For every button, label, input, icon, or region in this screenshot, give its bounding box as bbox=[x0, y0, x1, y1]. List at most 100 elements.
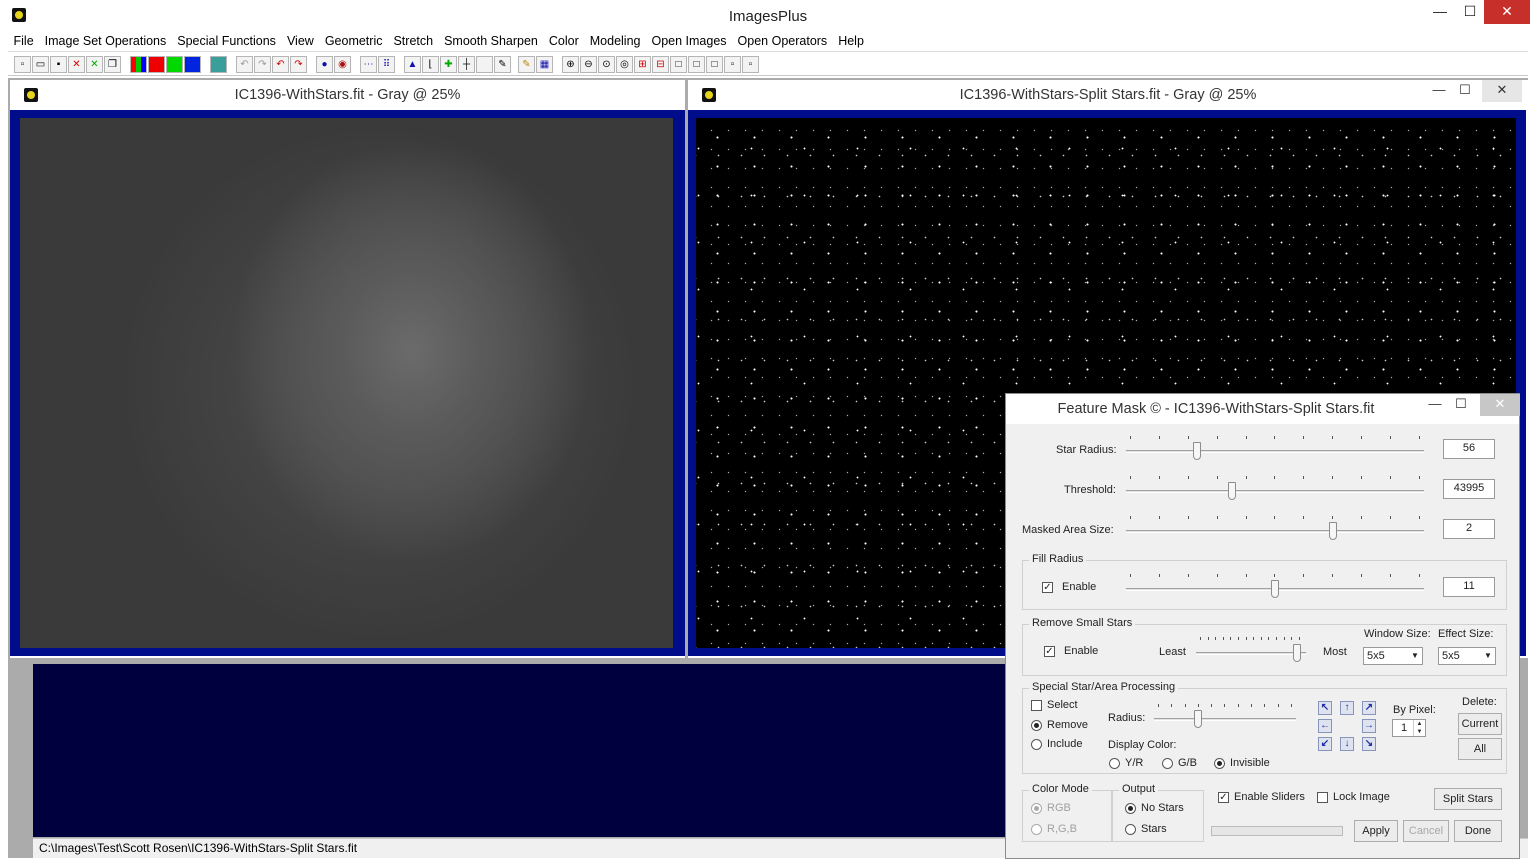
arrow-up-right-icon[interactable]: ↗ bbox=[1362, 701, 1376, 715]
arrow-right-icon[interactable]: → bbox=[1362, 719, 1376, 733]
color-mode-rgb-radio[interactable] bbox=[1031, 803, 1042, 814]
ring-icon[interactable]: ◉ bbox=[334, 56, 351, 73]
menu-help[interactable]: Help bbox=[833, 32, 870, 51]
minus-box-icon[interactable]: ⊟ bbox=[652, 56, 669, 73]
split-stars-button[interactable]: Split Stars bbox=[1434, 788, 1502, 810]
frame1-icon[interactable]: □ bbox=[670, 56, 687, 73]
menu-open-images[interactable]: Open Images bbox=[646, 32, 732, 51]
open-folder-icon[interactable]: ▭ bbox=[32, 56, 49, 73]
frame4-icon[interactable]: ▫ bbox=[724, 56, 741, 73]
masked-area-slider[interactable] bbox=[1126, 530, 1424, 533]
spinner-arrows-icon[interactable]: ▲ ▼ bbox=[1413, 720, 1425, 736]
plus-box-icon[interactable]: ⊞ bbox=[634, 56, 651, 73]
save-icon[interactable]: ▪ bbox=[50, 56, 67, 73]
undo-red-icon[interactable]: ↶ bbox=[272, 56, 289, 73]
fill-radius-enable-checkbox[interactable]: ✓ bbox=[1042, 582, 1053, 593]
frame5-icon[interactable]: ▫ bbox=[742, 56, 759, 73]
rgb-icon[interactable] bbox=[130, 56, 147, 73]
arrow-up-icon[interactable]: ↑ bbox=[1340, 701, 1354, 715]
image-window-with-stars[interactable]: IC1396-WithStars.fit - Gray @ 25% bbox=[10, 80, 685, 658]
scatter-icon[interactable]: ⠿ bbox=[378, 56, 395, 73]
zoom-fit-icon[interactable]: ⊙ bbox=[598, 56, 615, 73]
window-size-select[interactable]: 5x5 ▼ bbox=[1363, 647, 1423, 665]
done-button[interactable]: Done bbox=[1454, 820, 1502, 842]
arrow-down-right-icon[interactable]: ↘ bbox=[1362, 737, 1376, 751]
copy-icon[interactable]: ❐ bbox=[104, 56, 121, 73]
menu-geometric[interactable]: Geometric bbox=[319, 32, 388, 51]
red-channel-icon[interactable] bbox=[148, 56, 165, 73]
color-yr-radio[interactable] bbox=[1109, 758, 1120, 769]
menu-modeling[interactable]: Modeling bbox=[584, 32, 646, 51]
menu-image-set-operations[interactable]: Image Set Operations bbox=[39, 32, 172, 51]
output-no-stars-radio[interactable] bbox=[1125, 803, 1136, 814]
fill-radius-thumb[interactable] bbox=[1271, 580, 1279, 598]
remove-small-slider[interactable] bbox=[1196, 652, 1306, 655]
grid-blue-icon[interactable]: ▦ bbox=[536, 56, 553, 73]
by-pixel-spinner[interactable]: 1 ▲ ▼ bbox=[1392, 719, 1426, 737]
crosshair-green-icon[interactable]: ✚ bbox=[440, 56, 457, 73]
circle-icon[interactable]: ● bbox=[316, 56, 333, 73]
threshold-value[interactable]: 43995 bbox=[1443, 479, 1495, 499]
nebula-image[interactable] bbox=[20, 118, 673, 648]
maximize-button[interactable]: ☐ bbox=[1454, 0, 1486, 24]
close-green-icon[interactable]: ✕ bbox=[86, 56, 103, 73]
dialog-titlebar[interactable]: Feature Mask © - IC1396-WithStars-Split … bbox=[1006, 394, 1520, 424]
dialog-close-button[interactable]: ✕ bbox=[1480, 394, 1520, 416]
color-invisible-radio[interactable] bbox=[1214, 758, 1225, 769]
child-close-button[interactable]: ✕ bbox=[1482, 80, 1522, 102]
minimize-button[interactable]: — bbox=[1424, 0, 1456, 24]
color-gb-radio[interactable] bbox=[1162, 758, 1173, 769]
include-radio[interactable] bbox=[1031, 739, 1042, 750]
zoom-out-icon[interactable]: ⊖ bbox=[580, 56, 597, 73]
close-button[interactable]: ✕ bbox=[1484, 0, 1530, 24]
dots-icon[interactable]: ⋯ bbox=[360, 56, 377, 73]
arrow-down-left-icon[interactable]: ↙ bbox=[1318, 737, 1332, 751]
lock-image-checkbox[interactable] bbox=[1317, 792, 1328, 803]
delete-all-button[interactable]: All bbox=[1458, 738, 1502, 760]
effect-size-select[interactable]: 5x5 ▼ bbox=[1438, 647, 1496, 665]
grid-icon[interactable] bbox=[210, 56, 227, 73]
crosshair-icon[interactable]: ┼ bbox=[458, 56, 475, 73]
menu-color[interactable]: Color bbox=[543, 32, 584, 51]
remove-radio[interactable] bbox=[1031, 720, 1042, 731]
arrow-left-icon[interactable]: ← bbox=[1318, 719, 1332, 733]
image-window-titlebar[interactable]: IC1396-WithStars-Split Stars.fit - Gray … bbox=[688, 80, 1528, 110]
new-file-icon[interactable]: ▫ bbox=[14, 56, 31, 73]
redo-icon[interactable]: ↷ bbox=[254, 56, 271, 73]
zoom-in-icon[interactable]: ⊕ bbox=[562, 56, 579, 73]
remove-small-thumb[interactable] bbox=[1292, 644, 1301, 662]
frame2-icon[interactable]: □ bbox=[688, 56, 705, 73]
blue-channel-icon[interactable] bbox=[184, 56, 201, 73]
star-radius-value[interactable]: 56 bbox=[1443, 439, 1495, 459]
blank-icon[interactable] bbox=[476, 56, 493, 73]
output-stars-radio[interactable] bbox=[1125, 824, 1136, 835]
child-maximize-button[interactable]: ☐ bbox=[1450, 80, 1480, 102]
star-radius-slider[interactable] bbox=[1126, 450, 1424, 453]
special-radius-slider[interactable] bbox=[1154, 718, 1296, 721]
menu-file[interactable]: File bbox=[8, 32, 39, 51]
masked-area-thumb[interactable] bbox=[1329, 522, 1337, 540]
curve-icon[interactable]: ⌊ bbox=[422, 56, 439, 73]
close-red-icon[interactable]: ✕ bbox=[68, 56, 85, 73]
menu-smooth-sharpen[interactable]: Smooth Sharpen bbox=[439, 32, 544, 51]
undo-icon[interactable]: ↶ bbox=[236, 56, 253, 73]
star-radius-thumb[interactable] bbox=[1192, 442, 1201, 460]
menu-open-operators[interactable]: Open Operators bbox=[732, 32, 833, 51]
menu-view[interactable]: View bbox=[281, 32, 319, 51]
menu-stretch[interactable]: Stretch bbox=[388, 32, 439, 51]
threshold-slider[interactable] bbox=[1126, 490, 1424, 493]
select-checkbox[interactable] bbox=[1031, 700, 1042, 711]
arrow-down-icon[interactable]: ↓ bbox=[1340, 737, 1354, 751]
delete-current-button[interactable]: Current bbox=[1458, 713, 1502, 735]
pencil-icon[interactable]: ✎ bbox=[518, 56, 535, 73]
menu-special-functions[interactable]: Special Functions bbox=[172, 32, 282, 51]
apply-button[interactable]: Apply bbox=[1354, 820, 1398, 842]
remove-small-enable-checkbox[interactable]: ✓ bbox=[1044, 646, 1055, 657]
frame3-icon[interactable]: □ bbox=[706, 56, 723, 73]
histogram-icon[interactable]: ▲ bbox=[404, 56, 421, 73]
image-window-titlebar[interactable]: IC1396-WithStars.fit - Gray @ 25% bbox=[10, 80, 685, 110]
pencil-icon[interactable]: ✎ bbox=[494, 56, 511, 73]
green-channel-icon[interactable] bbox=[166, 56, 183, 73]
fill-radius-value[interactable]: 11 bbox=[1443, 577, 1495, 597]
threshold-thumb[interactable] bbox=[1227, 482, 1236, 500]
